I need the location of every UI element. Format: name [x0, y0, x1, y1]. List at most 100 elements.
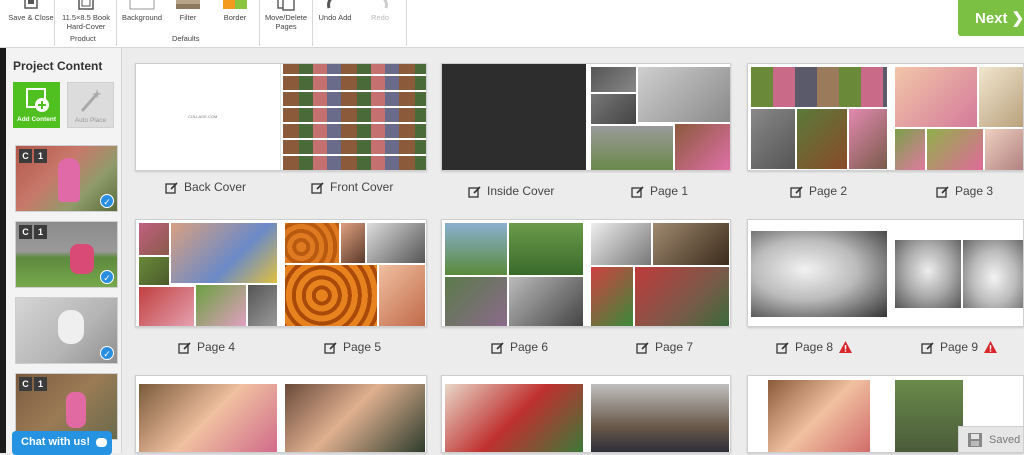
edit-icon[interactable] — [921, 341, 934, 354]
content-thumbnail[interactable]: C 1 — [15, 373, 118, 440]
save-disk-icon — [968, 433, 982, 447]
spread-pages-4-5[interactable] — [135, 219, 427, 327]
chat-button[interactable]: Chat with us! — [12, 431, 112, 455]
auto-place-label: Auto Place — [74, 117, 107, 124]
edit-icon[interactable] — [468, 185, 481, 198]
toolbar-divider — [406, 0, 407, 46]
photo — [509, 277, 583, 326]
photo — [139, 257, 169, 285]
next-button[interactable]: Next ❯ — [958, 0, 1024, 36]
page-label-text: Page 1 — [650, 184, 689, 198]
page-6-page[interactable] — [442, 220, 586, 326]
edit-icon[interactable] — [936, 185, 949, 198]
page-12-page[interactable] — [442, 376, 586, 452]
page-8-page[interactable] — [748, 220, 890, 326]
background-label: Background — [121, 13, 163, 22]
undo-add-button[interactable]: Undo Add — [314, 0, 356, 22]
warning-icon[interactable] — [839, 341, 853, 353]
spread-covers[interactable]: COLLAGE.COM — [135, 63, 427, 171]
page-11-page[interactable] — [282, 376, 426, 452]
edit-icon[interactable] — [776, 341, 789, 354]
edit-icon[interactable] — [165, 181, 178, 194]
collage-grid — [283, 64, 426, 170]
edit-icon[interactable] — [178, 341, 191, 354]
photo — [591, 94, 636, 124]
page-label-text: Page 2 — [809, 184, 848, 198]
photo-subject — [70, 244, 94, 274]
spread-pages-6-7[interactable] — [441, 219, 731, 327]
auto-place-button[interactable]: Auto Place — [67, 82, 114, 128]
page-10-page[interactable] — [136, 376, 280, 452]
content-thumbnail[interactable]: C 1 ✓ — [15, 145, 118, 212]
page-label-text: Page 7 — [655, 340, 694, 354]
photo — [248, 285, 277, 326]
edit-icon[interactable] — [491, 341, 504, 354]
page-label: Page 5 — [324, 340, 381, 354]
project-content-title: Project Content — [13, 59, 103, 73]
spread-pages-12-13[interactable] — [441, 375, 731, 453]
save-icon — [24, 0, 38, 9]
photo — [895, 67, 977, 127]
book-size-button[interactable]: 11.5×8.5 Book Hard-Cover — [57, 0, 115, 31]
spread-pages-8-9[interactable] — [747, 219, 1024, 327]
front-cover-page[interactable] — [283, 64, 426, 170]
edit-icon[interactable] — [324, 341, 337, 354]
border-button[interactable]: Border — [217, 0, 253, 22]
spread-pages-10-11[interactable] — [135, 375, 427, 453]
page-7-page[interactable] — [588, 220, 730, 326]
photo — [367, 223, 425, 263]
back-cover-text: COLLAGE.COM — [188, 114, 218, 119]
move-delete-pages-button[interactable]: Move/Delete Pages — [261, 0, 311, 31]
product-group-label: Product — [70, 34, 96, 43]
edit-icon[interactable] — [311, 181, 324, 194]
count-badge: 1 — [34, 225, 47, 239]
background-icon — [129, 0, 155, 10]
edit-icon[interactable] — [636, 341, 649, 354]
page-1-page[interactable] — [588, 64, 730, 170]
warning-icon[interactable] — [984, 341, 998, 353]
count-badge: 1 — [34, 377, 47, 391]
page-13-page[interactable] — [588, 376, 730, 452]
page-label-text: Page 3 — [955, 184, 994, 198]
content-thumbnail[interactable]: C 1 ✓ — [15, 221, 118, 288]
page-2-page[interactable] — [748, 64, 890, 170]
photo — [591, 67, 636, 92]
edit-icon[interactable] — [631, 185, 644, 198]
photo — [171, 223, 277, 283]
edit-icon[interactable] — [790, 185, 803, 198]
chat-bubble-icon — [96, 437, 108, 447]
filter-button[interactable]: Filter — [170, 0, 206, 22]
redo-label: Redo — [371, 13, 389, 22]
page-label-text: Page 5 — [343, 340, 382, 354]
spread-inside-cover[interactable] — [441, 63, 731, 171]
border-icon — [223, 0, 247, 9]
collage-badge: C — [19, 149, 32, 163]
photo — [445, 384, 583, 452]
page-9-page[interactable] — [892, 220, 1023, 326]
photo — [341, 223, 365, 263]
save-close-label: Save & Close — [8, 13, 54, 22]
undo-icon — [327, 0, 332, 9]
page-5-page[interactable] — [282, 220, 426, 326]
photo — [379, 265, 425, 326]
inside-cover-page[interactable] — [442, 64, 586, 170]
photo — [653, 223, 729, 265]
save-close-button[interactable]: Save & Close — [8, 0, 54, 22]
page-4-page[interactable] — [136, 220, 280, 326]
page-label: Page 6 — [491, 340, 548, 354]
page-label: Inside Cover — [468, 184, 554, 198]
collage-badge: C — [19, 225, 32, 239]
redo-button[interactable]: Redo — [360, 0, 400, 22]
defaults-group-label: Defaults — [172, 34, 200, 43]
content-thumbnail[interactable]: ✓ — [15, 297, 118, 364]
next-label: Next — [975, 9, 1008, 27]
page-3-page[interactable] — [892, 64, 1023, 170]
page-label-text: Back Cover — [184, 180, 247, 194]
photo — [285, 265, 377, 326]
add-content-button[interactable]: Add Content — [13, 82, 60, 128]
back-cover-page[interactable]: COLLAGE.COM — [136, 64, 281, 170]
background-button[interactable]: Background — [118, 0, 166, 22]
spread-pages-2-3[interactable] — [747, 63, 1024, 171]
photo — [751, 231, 887, 317]
page-14-page[interactable] — [748, 376, 890, 452]
